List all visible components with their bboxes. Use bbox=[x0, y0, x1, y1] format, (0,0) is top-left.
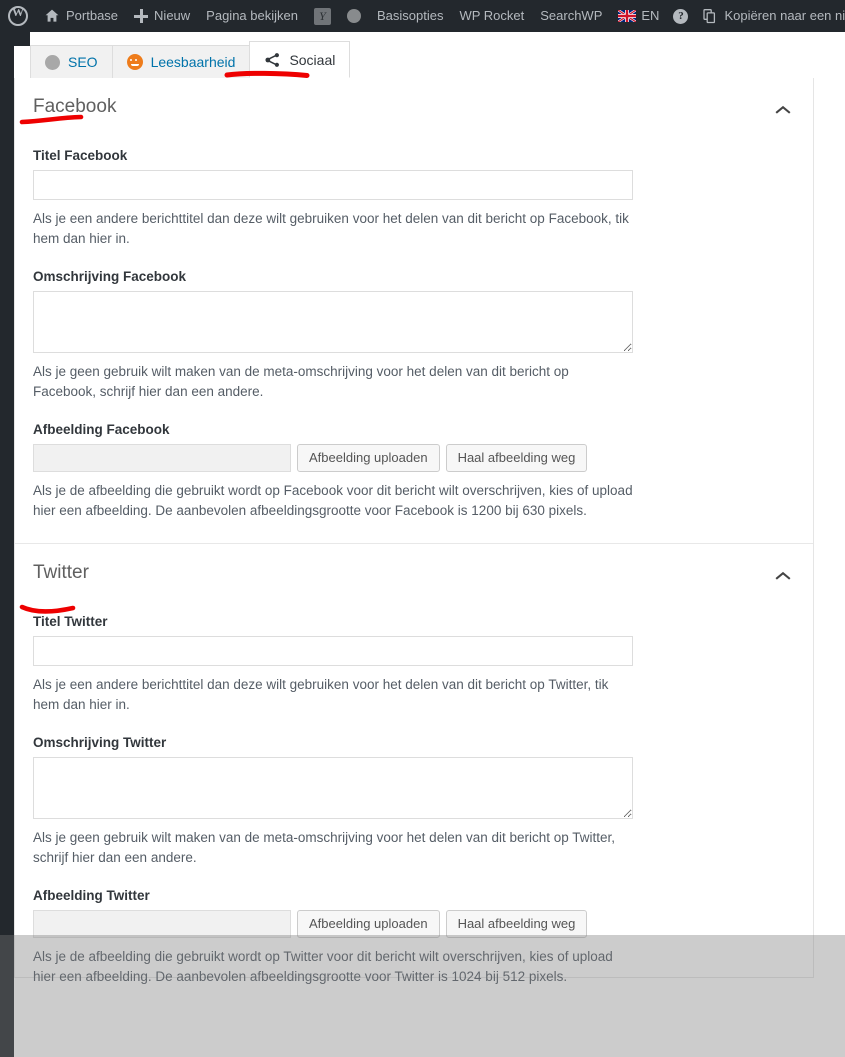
facebook-title-label: Titel Facebook bbox=[33, 148, 128, 163]
yoast-metabox-tabs: SEO Leesbaarheid Sociaal bbox=[14, 32, 814, 78]
facebook-description-help: Als je geen gebruik wilt maken van de me… bbox=[33, 364, 569, 399]
seo-bullet-icon bbox=[45, 54, 60, 70]
facebook-remove-image-button[interactable]: Haal afbeelding weg bbox=[445, 444, 588, 472]
plus-icon bbox=[134, 9, 149, 23]
copy-icon bbox=[702, 8, 718, 25]
facebook-image-upload-row: Afbeelding uploaden Haal afbeelding weg bbox=[33, 444, 795, 472]
twitter-description-help: Als je geen gebruik wilt maken van de me… bbox=[33, 830, 616, 865]
twitter-section-header[interactable]: Twitter bbox=[15, 544, 813, 598]
tab-sociaal-label: Sociaal bbox=[289, 51, 336, 68]
twitter-upload-image-button[interactable]: Afbeelding uploaden bbox=[297, 910, 440, 938]
facebook-section-header[interactable]: Facebook bbox=[15, 78, 813, 132]
admin-menu-sidebar bbox=[0, 32, 14, 1057]
tabrow-dark-corner bbox=[14, 32, 30, 46]
tab-seo[interactable]: SEO bbox=[30, 45, 113, 78]
facebook-image-help: Als je de afbeelding die gebruikt wordt … bbox=[33, 483, 633, 518]
wp-admin-bar: Portbase Nieuw Pagina bekijken Basisopti… bbox=[0, 0, 845, 32]
language-switcher[interactable]: EN bbox=[610, 0, 667, 32]
wp-rocket-menu[interactable]: WP Rocket bbox=[451, 0, 532, 32]
twitter-title-input[interactable] bbox=[33, 636, 633, 666]
twitter-description-textarea[interactable] bbox=[33, 757, 633, 819]
chevron-up-icon[interactable] bbox=[775, 102, 791, 114]
copy-to-new-draft-menu[interactable]: Kopiëren naar een nieuw bbox=[694, 0, 845, 32]
twitter-title-help: Als je een andere berichttitel dan deze … bbox=[33, 677, 609, 712]
yoast-icon bbox=[313, 7, 331, 25]
new-content-label: Nieuw bbox=[154, 8, 191, 23]
wordpress-logo-menu[interactable] bbox=[0, 0, 36, 32]
help-menu[interactable]: ? bbox=[667, 0, 694, 32]
facebook-section-title: Facebook bbox=[33, 96, 117, 117]
twitter-title-label: Titel Twitter bbox=[33, 614, 108, 629]
facebook-section: Facebook Titel Facebook Als je een ander… bbox=[15, 78, 813, 544]
tab-leesbaarheid-label: Leesbaarheid bbox=[150, 54, 236, 70]
new-content-menu[interactable]: Nieuw bbox=[126, 0, 198, 32]
facebook-image-label: Afbeelding Facebook bbox=[33, 422, 170, 437]
view-page-label: Pagina bekijken bbox=[206, 8, 298, 23]
twitter-image-label: Afbeelding Twitter bbox=[33, 888, 150, 903]
uk-flag-icon bbox=[618, 10, 637, 22]
facebook-description-label: Omschrijving Facebook bbox=[33, 269, 187, 284]
tab-seo-label: SEO bbox=[68, 54, 98, 70]
twitter-section-title: Twitter bbox=[33, 562, 89, 583]
searchwp-menu[interactable]: SearchWP bbox=[532, 0, 610, 32]
facebook-upload-image-button[interactable]: Afbeelding uploaden bbox=[297, 444, 440, 472]
yoast-seo-menu[interactable] bbox=[306, 0, 339, 32]
chevron-up-icon[interactable] bbox=[775, 568, 791, 580]
twitter-image-help: Als je de afbeelding die gebruikt wordt … bbox=[33, 949, 613, 984]
tab-sociaal[interactable]: Sociaal bbox=[249, 41, 351, 78]
twitter-description-label: Omschrijving Twitter bbox=[33, 735, 167, 750]
basisopties-label: Basisopties bbox=[376, 8, 444, 23]
twitter-remove-image-button[interactable]: Haal afbeelding weg bbox=[445, 910, 588, 938]
facebook-title-input[interactable] bbox=[33, 170, 633, 200]
wp-rocket-label: WP Rocket bbox=[459, 8, 525, 23]
twitter-image-upload-row: Afbeelding uploaden Haal afbeelding weg bbox=[33, 910, 795, 938]
facebook-description-textarea[interactable] bbox=[33, 291, 633, 353]
readability-smiley-icon bbox=[126, 54, 143, 70]
yoast-social-metabox: Facebook Titel Facebook Als je een ander… bbox=[14, 78, 814, 984]
basisopties-menu[interactable]: Basisopties bbox=[369, 0, 451, 32]
twitter-image-path-input[interactable] bbox=[33, 910, 291, 938]
seo-score-dot-icon bbox=[346, 9, 361, 23]
share-icon bbox=[264, 52, 281, 68]
seo-score-indicator[interactable] bbox=[339, 0, 369, 32]
facebook-title-help: Als je een andere berichttitel dan deze … bbox=[33, 211, 629, 246]
twitter-fields: Titel Twitter Als je een andere berichtt… bbox=[15, 614, 813, 987]
facebook-fields: Titel Facebook Als je een andere bericht… bbox=[15, 148, 813, 521]
twitter-section: Twitter Titel Twitter Als je een andere … bbox=[15, 544, 813, 987]
wordpress-logo-icon bbox=[8, 5, 28, 26]
view-page-link[interactable]: Pagina bekijken bbox=[198, 0, 306, 32]
tab-leesbaarheid[interactable]: Leesbaarheid bbox=[111, 45, 251, 78]
facebook-image-path-input[interactable] bbox=[33, 444, 291, 472]
home-icon bbox=[44, 8, 60, 24]
site-name-label: Portbase bbox=[66, 8, 119, 23]
help-icon: ? bbox=[673, 8, 689, 24]
searchwp-label: SearchWP bbox=[540, 8, 603, 23]
language-label: EN bbox=[641, 8, 660, 23]
site-name-menu[interactable]: Portbase bbox=[36, 0, 126, 32]
copy-to-new-draft-label: Kopiëren naar een nieuw bbox=[724, 8, 845, 23]
